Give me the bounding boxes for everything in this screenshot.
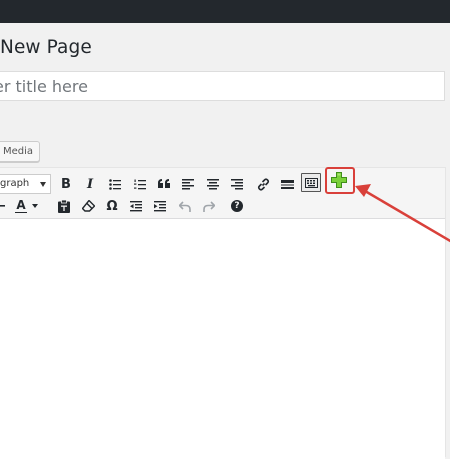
link-icon[interactable] xyxy=(253,174,273,194)
admin-bar xyxy=(0,0,450,23)
chevron-down-icon xyxy=(32,204,38,208)
italic-glyph: I xyxy=(86,176,94,192)
align-center-icon[interactable] xyxy=(203,174,223,194)
title-field-container xyxy=(0,71,445,101)
editor-toolbar: graph B I A Ω ? xyxy=(0,168,445,219)
paste-as-text-icon[interactable] xyxy=(54,196,74,216)
undo-icon[interactable] xyxy=(175,196,195,216)
help-icon[interactable]: ? xyxy=(227,196,247,216)
add-media-button[interactable]: d Media xyxy=(0,141,40,162)
indent-icon[interactable] xyxy=(150,196,170,216)
outdent-icon[interactable] xyxy=(126,196,146,216)
read-more-icon[interactable] xyxy=(277,174,297,194)
numbered-list-icon[interactable] xyxy=(130,174,150,194)
special-character-icon[interactable]: Ω xyxy=(102,196,122,216)
omega-glyph: Ω xyxy=(106,198,118,214)
text-color-glyph: A xyxy=(15,199,27,213)
align-left-icon[interactable] xyxy=(178,174,198,194)
italic-icon[interactable]: I xyxy=(80,174,100,194)
blockquote-icon[interactable] xyxy=(154,174,174,194)
editor: graph B I A Ω ? xyxy=(0,167,446,459)
horizontal-line-icon[interactable] xyxy=(0,196,11,216)
title-input[interactable] xyxy=(0,72,444,100)
text-color-letter: A xyxy=(16,198,26,212)
bullet-list-icon[interactable] xyxy=(105,174,125,194)
chevron-down-icon xyxy=(40,182,46,187)
format-select[interactable]: graph xyxy=(0,174,51,194)
page-title: New Page xyxy=(0,37,92,58)
clear-formatting-icon[interactable] xyxy=(78,196,98,216)
toolbar-toggle-icon[interactable] xyxy=(301,173,321,192)
add-shortcode-icon xyxy=(331,172,347,188)
align-right-icon[interactable] xyxy=(227,174,247,194)
help-glyph: ? xyxy=(231,200,243,212)
redo-icon[interactable] xyxy=(199,196,219,216)
bold-glyph: B xyxy=(61,176,71,192)
format-select-label: graph xyxy=(0,178,30,189)
content-area[interactable] xyxy=(0,219,445,459)
bold-icon[interactable]: B xyxy=(56,174,76,194)
text-color-icon[interactable]: A xyxy=(15,196,43,216)
text-color-underline xyxy=(15,211,27,213)
